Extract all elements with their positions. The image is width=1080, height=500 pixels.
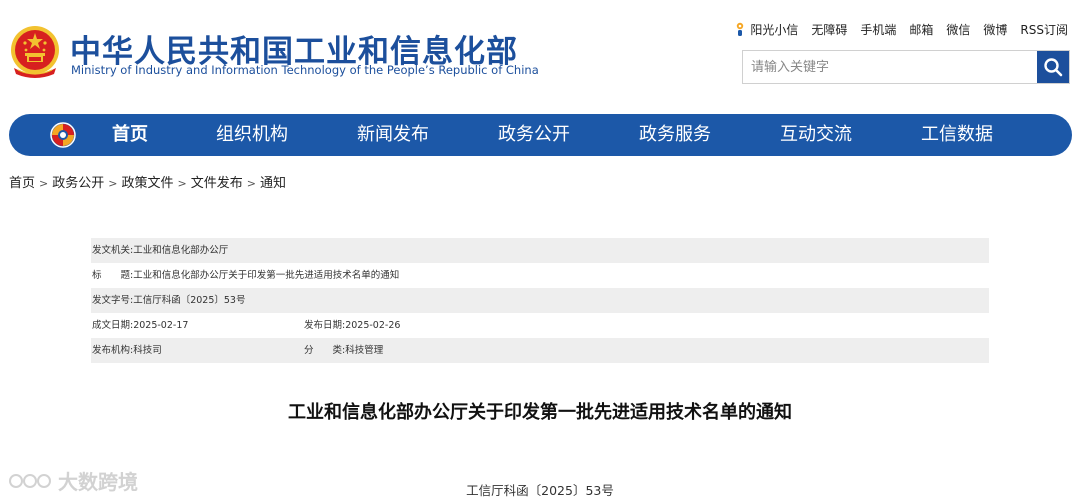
breadcrumb-separator: > xyxy=(39,177,49,190)
meta-row-docno: 发文字号:工信厅科函〔2025〕53号 xyxy=(91,288,989,313)
national-emblem-icon[interactable] xyxy=(8,24,62,80)
meta-row-title: 标 题:工业和信息化部办公厅关于印发第一批先进适用技术名单的通知 xyxy=(91,263,989,288)
meta-value: 2025-02-17 xyxy=(133,320,189,331)
nav-item-organization[interactable]: 组织机构 xyxy=(216,114,288,156)
top-link-wechat[interactable]: 微信 xyxy=(946,21,970,38)
search-button[interactable] xyxy=(1037,51,1069,83)
meta-row-org: 发布机构:科技司 分 类:科技管理 xyxy=(91,338,989,363)
watermark-text: 大数跨境 xyxy=(58,470,138,494)
breadcrumb-separator: > xyxy=(246,177,256,190)
meta-published-date: 发布日期:2025-02-26 xyxy=(304,313,400,338)
top-link-mail[interactable]: 邮箱 xyxy=(909,21,933,38)
breadcrumb-separator: > xyxy=(177,177,187,190)
meta-label: 发布日期: xyxy=(304,320,346,331)
watermark: 大数跨境 xyxy=(8,466,138,495)
meta-row-issuer: 发文机关:工业和信息化部办公厅 xyxy=(91,238,989,263)
meta-value: 2025-02-26 xyxy=(345,320,401,331)
meta-value: 工业和信息化部办公厅关于印发第一批先进适用技术名单的通知 xyxy=(133,270,400,281)
breadcrumb-home[interactable]: 首页 xyxy=(9,176,35,191)
meta-value: 科技管理 xyxy=(345,345,384,356)
top-link-mobile[interactable]: 手机端 xyxy=(860,21,896,38)
meta-category: 分 类:科技管理 xyxy=(304,338,383,363)
top-link-accessibility[interactable]: 无障碍 xyxy=(811,21,847,38)
document-meta-table: 发文机关:工业和信息化部办公厅 标 题:工业和信息化部办公厅关于印发第一批先进适… xyxy=(91,238,989,363)
breadcrumb-policy-files[interactable]: 政策文件 xyxy=(121,176,173,191)
nav-item-data[interactable]: 工信数据 xyxy=(921,114,993,156)
nav-item-interaction[interactable]: 互动交流 xyxy=(780,114,852,156)
search-input[interactable] xyxy=(743,51,1037,83)
meta-label: 标 题: xyxy=(92,270,134,281)
meta-title: 标 题:工业和信息化部办公厅关于印发第一批先进适用技术名单的通知 xyxy=(92,263,399,288)
main-nav: 首页 组织机构 新闻发布 政务公开 政务服务 互动交流 工信数据 xyxy=(9,114,1072,156)
nav-item-government-affairs[interactable]: 政务公开 xyxy=(498,114,570,156)
meta-org: 发布机构:科技司 xyxy=(92,338,162,363)
breadcrumb-file-release[interactable]: 文件发布 xyxy=(191,176,243,191)
breadcrumb-separator: > xyxy=(108,177,118,190)
nav-item-services[interactable]: 政务服务 xyxy=(639,114,711,156)
search-icon xyxy=(1044,58,1063,77)
meta-label: 发布机构: xyxy=(92,345,134,356)
meta-docno: 发文字号:工信厅科函〔2025〕53号 xyxy=(92,288,245,313)
watermark-logo-icon xyxy=(9,473,51,488)
meta-value: 工业和信息化部办公厅 xyxy=(133,245,229,256)
site-title-en[interactable]: Ministry of Industry and Information Tec… xyxy=(71,63,539,77)
meta-value: 科技司 xyxy=(133,345,162,356)
breadcrumb: 首页 > 政务公开 > 政策文件 > 文件发布 > 通知 xyxy=(9,172,286,191)
meta-label: 发文字号: xyxy=(92,295,134,306)
meta-issuer: 发文机关:工业和信息化部办公厅 xyxy=(92,238,228,263)
nav-item-home[interactable]: 首页 xyxy=(112,114,148,156)
article-title: 工业和信息化部办公厅关于印发第一批先进适用技术名单的通知 xyxy=(288,402,792,423)
breadcrumb-government-affairs[interactable]: 政务公开 xyxy=(52,176,104,191)
search-box xyxy=(742,50,1070,84)
meta-label: 发文机关: xyxy=(92,245,134,256)
top-link-rss[interactable]: RSS订阅 xyxy=(1020,21,1068,38)
meta-label: 成文日期: xyxy=(92,320,134,331)
meta-written-date: 成文日期:2025-02-17 xyxy=(92,313,188,338)
top-link-weibo[interactable]: 微博 xyxy=(983,21,1007,38)
breadcrumb-notice[interactable]: 通知 xyxy=(260,176,286,191)
top-link-label: 阳光小信 xyxy=(750,23,799,37)
nav-item-news[interactable]: 新闻发布 xyxy=(357,114,429,156)
top-links: 阳光小信 无障碍 手机端 邮箱 微信 微博 RSS订阅 xyxy=(733,21,1068,38)
sunshine-icon xyxy=(737,22,744,36)
site-header: 中华人民共和国工业和信息化部 Ministry of Industry and … xyxy=(0,0,1080,110)
top-link-sunshine[interactable]: 阳光小信 xyxy=(733,21,798,38)
article-doc-number: 工信厅科函〔2025〕53号 xyxy=(466,483,614,498)
meta-row-dates: 成文日期:2025-02-17 发布日期:2025-02-26 xyxy=(91,313,989,338)
meta-label: 分 类: xyxy=(304,345,346,356)
miit-logo-icon[interactable] xyxy=(49,121,77,149)
meta-value: 工信厅科函〔2025〕53号 xyxy=(133,295,246,306)
